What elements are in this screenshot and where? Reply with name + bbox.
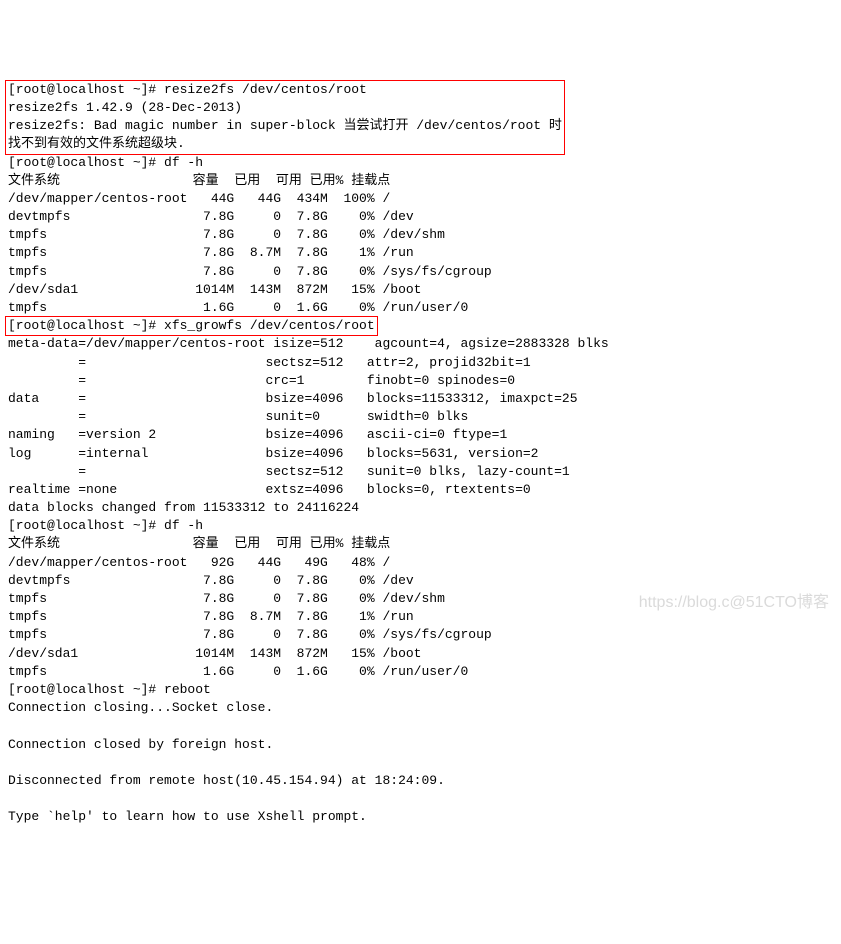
prompt-line: [root@localhost ~]# df -h [8,155,203,170]
output-line: naming =version 2 bsize=4096 ascii-ci=0 … [8,427,507,442]
table-row: devtmpfs 7.8G 0 7.8G 0% /dev [8,573,414,588]
table-row: devtmpfs 7.8G 0 7.8G 0% /dev [8,209,414,224]
table-header: 文件系统 容量 已用 可用 已用% 挂载点 [8,536,390,551]
output-line: meta-data=/dev/mapper/centos-root isize=… [8,336,609,351]
table-row: tmpfs 1.6G 0 1.6G 0% /run/user/0 [8,664,468,679]
output-line: = sunit=0 swidth=0 blks [8,409,468,424]
table-row: tmpfs 7.8G 0 7.8G 0% /dev/shm [8,227,445,242]
output-line: Disconnected from remote host(10.45.154.… [8,773,445,788]
output-line: Connection closed by foreign host. [8,737,273,752]
table-header: 文件系统 容量 已用 可用 已用% 挂载点 [8,173,390,188]
output-line: realtime =none extsz=4096 blocks=0, rtex… [8,482,531,497]
prompt-line: [root@localhost ~]# xfs_growfs /dev/cent… [8,318,375,333]
output-line: Type `help' to learn how to use Xshell p… [8,809,367,824]
table-row: tmpfs 7.8G 8.7M 7.8G 1% /run [8,245,414,260]
output-line: Connection closing...Socket close. [8,700,273,715]
output-line: resize2fs: Bad magic number in super-blo… [8,118,562,133]
table-row: tmpfs 7.8G 0 7.8G 0% /dev/shm [8,591,445,606]
output-line: 找不到有效的文件系统超级块. [8,136,185,151]
table-row: tmpfs 7.8G 0 7.8G 0% /sys/fs/cgroup [8,264,492,279]
table-row: tmpfs 1.6G 0 1.6G 0% /run/user/0 [8,300,468,315]
prompt-line: [root@localhost ~]# resize2fs /dev/cento… [8,82,367,97]
output-line: data blocks changed from 11533312 to 241… [8,500,359,515]
xfs-growfs-command-block: [root@localhost ~]# xfs_growfs /dev/cent… [5,316,378,336]
prompt-line: [root@localhost ~]# reboot [8,682,211,697]
resize2fs-error-block: [root@localhost ~]# resize2fs /dev/cento… [5,80,565,155]
output-line: log =internal bsize=4096 blocks=5631, ve… [8,446,539,461]
output-line: = sectsz=512 attr=2, projid32bit=1 [8,355,531,370]
watermark: https://blog.c@51CTO博客 [639,592,829,614]
prompt-line: [root@localhost ~]# df -h [8,518,203,533]
output-line: resize2fs 1.42.9 (28-Dec-2013) [8,100,242,115]
output-line: data = bsize=4096 blocks=11533312, imaxp… [8,391,578,406]
table-row: tmpfs 7.8G 0 7.8G 0% /sys/fs/cgroup [8,627,492,642]
table-row: /dev/mapper/centos-root 92G 44G 49G 48% … [8,555,390,570]
table-row: /dev/sda1 1014M 143M 872M 15% /boot [8,282,421,297]
table-row: /dev/mapper/centos-root 44G 44G 434M 100… [8,191,390,206]
output-line: = crc=1 finobt=0 spinodes=0 [8,373,515,388]
table-row: /dev/sda1 1014M 143M 872M 15% /boot [8,646,421,661]
output-line: = sectsz=512 sunit=0 blks, lazy-count=1 [8,464,570,479]
